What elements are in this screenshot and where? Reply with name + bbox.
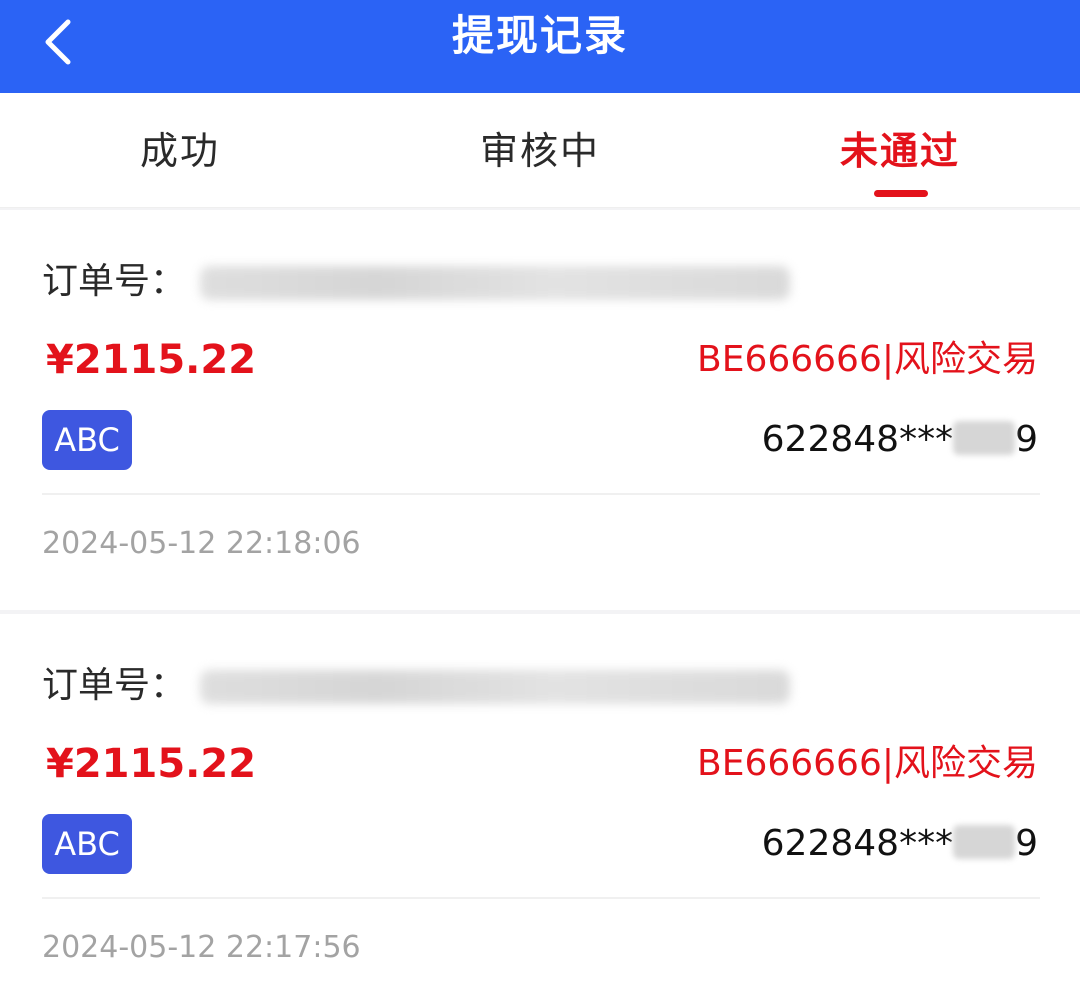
card-number-suffix: 9 xyxy=(1015,823,1038,864)
page-title: 提现记录 xyxy=(451,11,628,60)
tab-label: 成功 xyxy=(139,129,220,173)
bank-card-number: 622848*** 9 xyxy=(762,818,1038,870)
card-number-prefix: 622848*** xyxy=(761,419,954,460)
card-number-suffix: 9 xyxy=(1015,419,1038,460)
rejection-reason: BE666666|风险交易 xyxy=(697,743,1038,784)
tab-label: 未通过 xyxy=(839,129,960,173)
withdrawal-amount: ¥2115.22 xyxy=(46,741,257,787)
withdrawal-amount: ¥2115.22 xyxy=(46,337,257,383)
record-timestamp: 2024-05-12 22:17:56 xyxy=(42,930,361,965)
order-number-value-redacted xyxy=(200,670,790,704)
active-tab-indicator xyxy=(874,190,928,197)
record-timestamp: 2024-05-12 22:18:06 xyxy=(42,526,361,561)
withdrawal-record-card[interactable]: 订单号： ¥2115.22 BE666666|风险交易 ABC 622848**… xyxy=(0,614,1080,984)
rejection-reason: BE666666|风险交易 xyxy=(697,339,1038,380)
order-number-value-redacted xyxy=(200,266,790,300)
withdrawal-record-card[interactable]: 订单号： ¥2115.22 BE666666|风险交易 ABC 622848**… xyxy=(0,210,1080,610)
top-app-bar: 提现记录 xyxy=(0,0,1080,93)
card-number-redacted xyxy=(953,825,1016,859)
order-number-label: 订单号： xyxy=(42,665,187,706)
status-tabs: 成功 审核中 未通过 xyxy=(0,93,1080,208)
order-number-label: 订单号： xyxy=(42,261,187,302)
card-number-redacted xyxy=(953,421,1016,455)
bank-badge: ABC xyxy=(42,410,132,470)
tab-label: 审核中 xyxy=(479,129,600,173)
divider xyxy=(42,897,1040,899)
tab-under-review[interactable]: 审核中 xyxy=(360,93,720,207)
bank-badge: ABC xyxy=(42,814,132,874)
tab-rejected[interactable]: 未通过 xyxy=(720,93,1080,207)
divider xyxy=(42,493,1040,495)
bank-card-number: 622848*** 9 xyxy=(762,414,1038,466)
card-number-prefix: 622848*** xyxy=(761,823,954,864)
tab-success[interactable]: 成功 xyxy=(0,93,360,207)
